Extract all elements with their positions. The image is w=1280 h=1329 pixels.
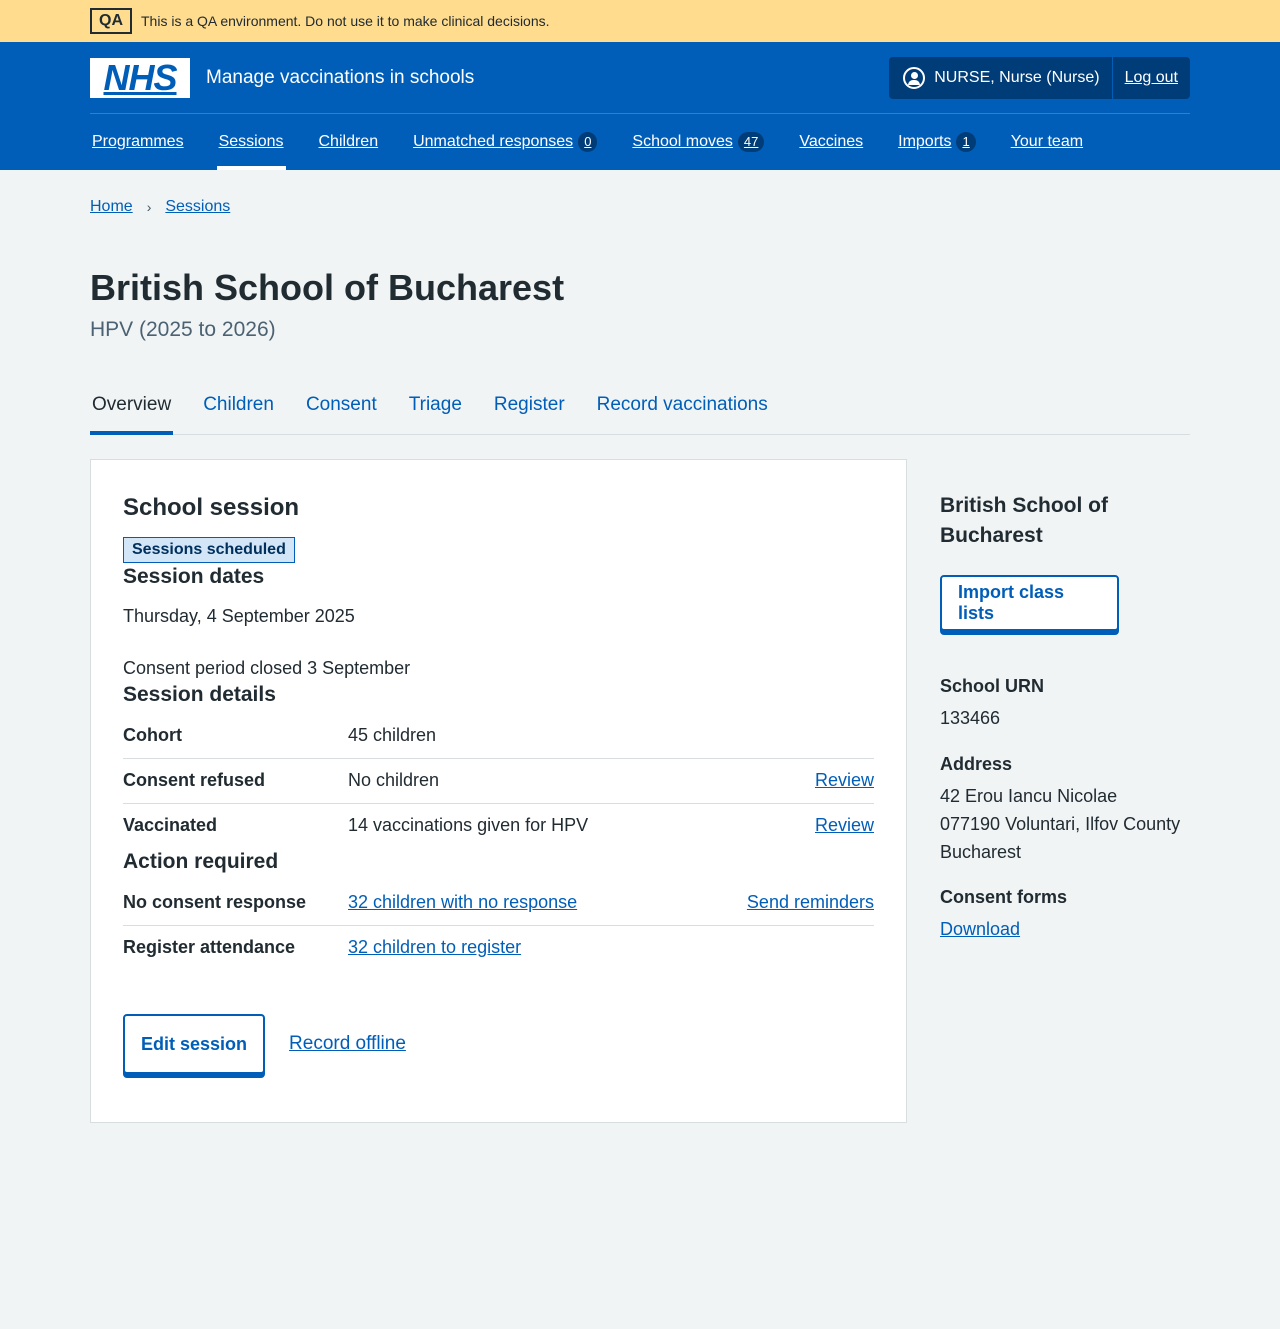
action-empty (686, 924, 874, 970)
review-vaccinated-link[interactable]: Review (815, 815, 874, 835)
session-dates-heading: Session dates (123, 565, 265, 588)
nav-label: Vaccines (799, 133, 864, 150)
school-urn-label: School URN (940, 676, 1045, 696)
review-consent-refused-link[interactable]: Review (815, 770, 874, 790)
nhs-logo[interactable]: NHS (90, 56, 190, 98)
children-to-register-link[interactable]: 32 children to register (348, 937, 521, 957)
address-line: Bucharest (940, 842, 1022, 862)
table-row: Register attendance 32 children to regis… (123, 924, 874, 970)
nav-item-school-moves[interactable]: School moves 47 (632, 114, 765, 170)
session-details-heading: Session details (123, 683, 276, 706)
sidebar-school-name: British School of Bucharest (940, 494, 1108, 547)
record-offline-link[interactable]: Record offline (289, 1033, 406, 1055)
address-label: Address (940, 754, 1013, 774)
table-row: Vaccinated 14 vaccinations given for HPV… (123, 802, 874, 848)
nav-item-children[interactable]: Children (319, 114, 379, 170)
no-response-children-link[interactable]: 32 children with no response (348, 892, 577, 912)
main-content: Home › Sessions British School of Buchar… (90, 170, 1190, 1123)
count-badge: 47 (737, 132, 765, 152)
card-heading: School session (123, 494, 300, 521)
qa-tag: QA (90, 8, 132, 34)
table-row: Consent refused No children Review (123, 757, 874, 803)
address-line: 42 Erou Iancu Nicolae (940, 786, 1118, 806)
school-urn-value: 133466 (940, 708, 1001, 728)
nav-item-unmatched-responses[interactable]: Unmatched responses 0 (413, 114, 598, 170)
page-title: British School of Bucharest (90, 267, 565, 308)
breadcrumb-sessions[interactable]: Sessions (165, 198, 230, 216)
action-key: No consent response (123, 891, 307, 912)
tab-record-vaccinations[interactable]: Record vaccinations (595, 390, 770, 434)
primary-nav: Programmes Sessions Children Unmatched r… (90, 114, 1190, 170)
service-name[interactable]: Manage vaccinations in schools (206, 67, 474, 89)
action-required-table: No consent response 32 children with no … (123, 880, 874, 970)
nav-item-imports[interactable]: Imports 1 (898, 114, 976, 170)
account-user-name: NURSE, Nurse (Nurse) (934, 68, 1100, 86)
session-details-table: Cohort 45 children Consent refused No ch… (123, 713, 874, 848)
detail-value: 45 children (348, 724, 437, 745)
count-badge: 1 (956, 132, 976, 152)
nav-item-your-team[interactable]: Your team (1011, 114, 1083, 170)
tab-overview[interactable]: Overview (90, 390, 174, 435)
detail-key: Consent refused (123, 757, 348, 803)
nav-item-programmes[interactable]: Programmes (92, 114, 184, 170)
page-subtitle: HPV (2025 to 2026) (90, 318, 276, 341)
nav-item-vaccines[interactable]: Vaccines (799, 114, 863, 170)
qa-banner: QA This is a QA environment. Do not use … (0, 0, 1280, 42)
action-key: Register attendance (123, 924, 348, 970)
status-badge: Sessions scheduled (123, 537, 295, 563)
tab-children[interactable]: Children (201, 390, 276, 434)
school-session-card: School session Sessions scheduled Sessio… (90, 459, 907, 1123)
consent-forms-label: Consent forms (940, 887, 1068, 907)
send-reminders-link[interactable]: Send reminders (747, 892, 874, 912)
account-panel: NURSE, Nurse (Nurse) Log out (889, 56, 1190, 99)
detail-key: Vaccinated (123, 802, 348, 848)
detail-value: No children (348, 757, 771, 803)
chevron-right-icon: › (146, 199, 152, 215)
edit-session-button[interactable]: Edit session (123, 1014, 266, 1074)
session-tabs: Overview Children Consent Triage Registe… (90, 390, 1190, 435)
download-consent-forms-link[interactable]: Download (940, 919, 1020, 939)
breadcrumb: Home › Sessions (90, 170, 1190, 218)
count-badge: 0 (578, 132, 598, 152)
nav-label: Your team (1010, 133, 1084, 150)
nav-item-sessions[interactable]: Sessions (216, 114, 286, 170)
school-sidebar: British School of Bucharest Import class… (940, 459, 1190, 1123)
breadcrumb-home[interactable]: Home (90, 198, 133, 216)
table-row: Cohort 45 children (123, 713, 874, 758)
user-icon (903, 66, 926, 89)
tab-register[interactable]: Register (492, 390, 567, 434)
account-user: NURSE, Nurse (Nurse) (889, 56, 1113, 99)
address-value: 42 Erou Iancu Nicolae 077190 Voluntari, … (940, 782, 1190, 866)
nav-label: Programmes (92, 133, 184, 150)
nhs-logo-text: NHS (103, 56, 177, 98)
table-row: No consent response 32 children with no … (123, 880, 874, 925)
nav-label: Imports (898, 133, 952, 150)
consent-period: Consent period closed 3 September (123, 658, 411, 678)
nav-label: School moves (632, 133, 733, 150)
nav-label: Children (318, 133, 379, 150)
action-required-heading: Action required (123, 850, 279, 873)
nav-label: Unmatched responses (413, 133, 574, 150)
tab-triage[interactable]: Triage (407, 390, 464, 434)
detail-action (770, 713, 874, 758)
tab-consent[interactable]: Consent (304, 390, 379, 434)
detail-key: Cohort (123, 724, 182, 745)
import-class-lists-button[interactable]: Import class lists (940, 575, 1119, 631)
session-date: Thursday, 4 September 2025 (123, 606, 355, 626)
detail-value: 14 vaccinations given for HPV (348, 802, 771, 848)
site-header: NHS Manage vaccinations in schools NURSE… (0, 42, 1280, 170)
qa-banner-text: This is a QA environment. Do not use it … (141, 13, 550, 29)
logout-link[interactable]: Log out (1113, 57, 1190, 99)
nav-label: Sessions (218, 133, 284, 150)
address-line: 077190 Voluntari, Ilfov County (940, 814, 1181, 834)
